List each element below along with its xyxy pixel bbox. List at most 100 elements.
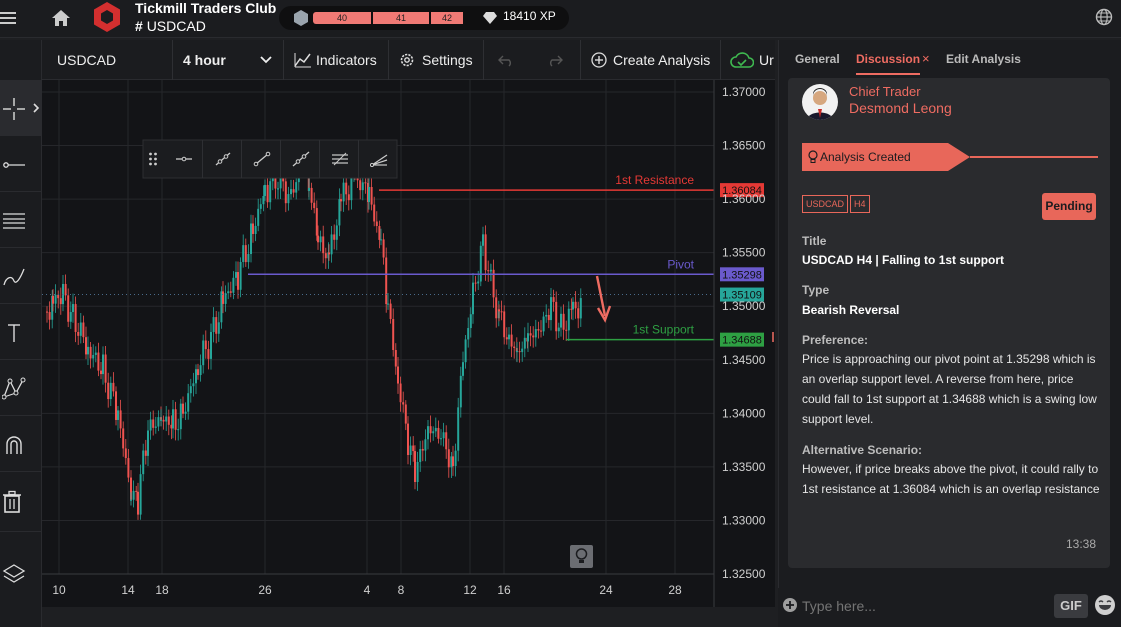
gear-icon	[400, 53, 414, 67]
layers-tool[interactable]	[0, 548, 42, 604]
candle-body	[74, 304, 77, 332]
candle-body	[368, 186, 370, 203]
candle-body	[542, 316, 545, 332]
candle-body	[380, 239, 382, 241]
crosshair-icon	[3, 98, 25, 120]
candle-body	[414, 451, 416, 482]
brush-tool[interactable]	[0, 248, 42, 304]
text-tool[interactable]	[0, 304, 42, 360]
chart-toolbar: USDCAD 4 hour Indicators Settings Create…	[42, 40, 775, 80]
magnet-tool[interactable]	[0, 416, 42, 472]
menu-icon[interactable]	[0, 9, 18, 27]
tab-discussion[interactable]: Discussion	[856, 52, 921, 75]
candle-body	[516, 351, 518, 353]
candle-body	[244, 245, 247, 263]
crosshair-tool[interactable]	[0, 80, 42, 136]
candle-body	[452, 456, 454, 466]
trend-line-icon[interactable]	[253, 151, 271, 167]
tab-general[interactable]: General	[795, 52, 840, 66]
price-tick-label: 1.33000	[722, 513, 766, 527]
symbol-selector[interactable]: USDCAD	[57, 52, 116, 68]
candle-body	[424, 439, 427, 451]
message-input[interactable]	[802, 593, 1050, 619]
candle-body	[192, 383, 195, 387]
candle-body	[152, 419, 155, 428]
candle-body	[407, 423, 409, 455]
level-gem-icon	[294, 10, 308, 26]
club-name[interactable]: Tickmill Traders Club	[135, 0, 276, 16]
candle-body	[52, 295, 54, 304]
ray-line-icon[interactable]	[214, 151, 232, 167]
candle-body	[508, 334, 510, 340]
indicators-icon	[294, 53, 311, 68]
parallel-channel-icon[interactable]	[331, 151, 349, 167]
candle-body	[565, 329, 568, 331]
candle-body	[547, 314, 550, 321]
candle-body	[579, 298, 582, 319]
add-attachment-icon[interactable]	[782, 597, 798, 613]
candle-body	[85, 337, 87, 355]
candle-body	[46, 311, 48, 313]
redo-icon[interactable]	[547, 53, 563, 67]
interval-select[interactable]: 4 hour	[183, 52, 226, 68]
horizontal-line-icon[interactable]	[175, 151, 193, 167]
settings-button[interactable]: Settings	[422, 52, 473, 68]
club-channel[interactable]: # USDCAD	[135, 18, 206, 34]
avatar[interactable]	[802, 84, 838, 120]
candle-body	[313, 202, 316, 209]
candle-body	[82, 322, 85, 338]
candle-body	[227, 291, 230, 294]
candle-body	[469, 314, 472, 329]
candle-body	[373, 204, 376, 222]
preference-text: Price is approaching our pivot point at …	[802, 352, 1097, 426]
undo-icon[interactable]	[498, 53, 514, 67]
chevron-down-icon[interactable]	[260, 55, 272, 65]
candle-body	[97, 352, 100, 371]
candle-body	[215, 317, 218, 334]
close-icon[interactable]: ×	[922, 51, 930, 66]
pattern-tool[interactable]	[0, 360, 42, 416]
home-icon[interactable]	[50, 7, 72, 29]
analysis-type: Bearish Reversal	[802, 303, 900, 317]
level-name: 1st Support	[633, 323, 695, 337]
candle-body	[179, 403, 182, 430]
delete-tool[interactable]	[0, 472, 42, 532]
extended-line-icon[interactable]	[292, 151, 310, 167]
create-analysis-button[interactable]: Create Analysis	[613, 52, 710, 68]
author-name[interactable]: Desmond Leong	[849, 100, 952, 116]
fib-levels-tool[interactable]	[0, 192, 42, 248]
chevron-right-icon[interactable]	[32, 102, 40, 114]
plus-circle-icon	[591, 52, 607, 68]
emoji-icon[interactable]	[1094, 594, 1116, 616]
candle-body	[513, 346, 516, 349]
candle-body	[434, 427, 437, 432]
candle-body	[122, 428, 125, 449]
candle-body	[250, 223, 252, 255]
time-tick-label: 12	[463, 583, 477, 597]
candle-body	[555, 301, 558, 332]
indicators-button[interactable]: Indicators	[316, 52, 377, 68]
gif-button[interactable]: GIF	[1054, 594, 1088, 618]
preference-label: Preference:	[802, 333, 869, 347]
candle-body	[310, 187, 313, 203]
candle-body	[457, 407, 460, 451]
candle-body	[412, 445, 415, 452]
drag-handle-icon[interactable]	[148, 151, 158, 167]
lightbulb-button[interactable]	[570, 545, 593, 568]
upload-button-truncated[interactable]: Ur	[759, 52, 774, 68]
candle-body	[324, 253, 327, 259]
candle-body	[104, 354, 107, 383]
candle-body	[577, 308, 580, 319]
horizontal-ray-tool[interactable]	[0, 136, 42, 192]
candle-body	[340, 199, 342, 202]
message-input-bar: GIF	[778, 588, 1121, 627]
time-tick-label: 18	[155, 583, 169, 597]
fib-fan-icon[interactable]	[370, 151, 388, 167]
candle-body	[389, 303, 392, 319]
tab-edit-analysis[interactable]: Edit Analysis	[946, 52, 1021, 66]
globe-icon[interactable]	[1095, 8, 1113, 26]
status-badge: Pending	[1042, 193, 1096, 220]
candle-body	[440, 438, 442, 440]
candle-body	[521, 348, 524, 353]
candle-body	[229, 291, 232, 293]
